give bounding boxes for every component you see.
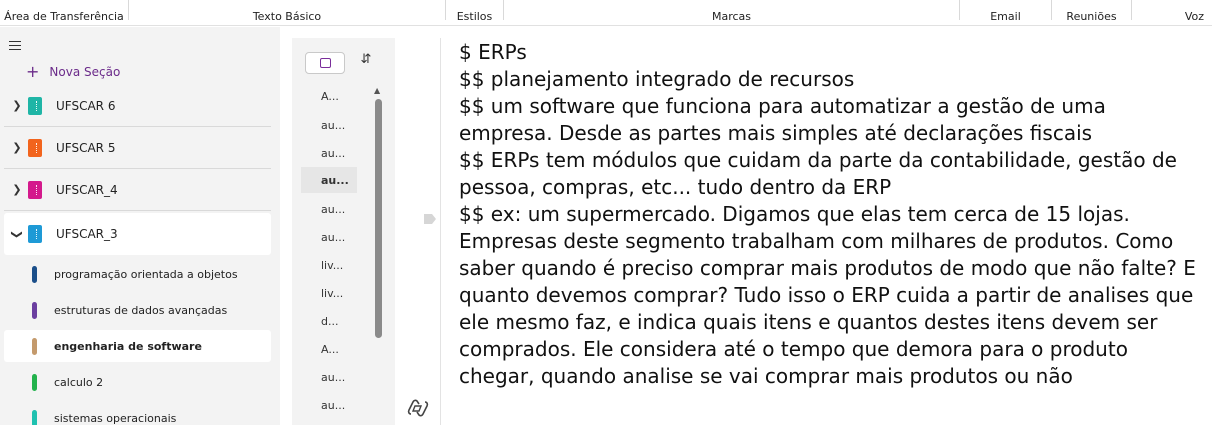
ribbon-group-labels: Área de Transferência Texto Básico Estil…: [0, 0, 1212, 26]
pane-divider: [440, 38, 441, 425]
note-line: ele mesmo faz, e indica quais itens e qu…: [459, 310, 1158, 334]
section-item[interactable]: programação orientada a objetos: [4, 258, 271, 290]
notebook-label: UFSCAR_4: [56, 182, 118, 197]
ribbon-group-meetings: Reuniões: [1066, 10, 1117, 23]
section-color-tab: [32, 265, 37, 283]
note-line: Empresas deste segmento trabalham com mi…: [459, 229, 1174, 253]
section-color-tab: [32, 337, 37, 355]
notebook-ufscar-6[interactable]: ❯ UFSCAR 6: [4, 85, 271, 127]
notebook-ufscar-3[interactable]: ❯ UFSCAR_3: [4, 213, 271, 255]
sort-icon[interactable]: ⇵: [357, 52, 375, 70]
notebook-icon: [28, 138, 42, 157]
ribbon-group-voice: Voz: [1184, 10, 1204, 23]
chevron-down-icon[interactable]: ❯: [11, 223, 24, 245]
scroll-up-arrow-icon[interactable]: ▲: [374, 86, 380, 95]
sections-pane: + Nova Seção ❯ UFSCAR 6 ❯ UFSCAR 5 ❯ UFS…: [0, 27, 280, 425]
page-item[interactable]: au...: [301, 224, 357, 250]
note-line: $$ ex: um supermercado. Digamos que elas…: [459, 202, 1130, 226]
notebook-label: UFSCAR 5: [56, 140, 116, 155]
chevron-right-icon[interactable]: ❯: [6, 183, 28, 196]
page-item[interactable]: au...: [301, 392, 357, 418]
notebook-icon: [28, 180, 42, 199]
add-page-button[interactable]: [305, 52, 345, 74]
section-color-tab: [32, 373, 37, 391]
section-label: programação orientada a objetos: [54, 267, 238, 281]
note-line: $ ERPs: [459, 40, 527, 64]
notebook-ufscar-4[interactable]: ❯ UFSCAR_4: [4, 169, 271, 211]
page-item-active[interactable]: au...: [301, 167, 357, 193]
section-label: estruturas de dados avançadas: [54, 303, 228, 317]
page-item[interactable]: au...: [301, 364, 357, 390]
ribbon-group-basic-text: Texto Básico: [252, 10, 322, 23]
new-section-button[interactable]: + Nova Seção: [26, 63, 120, 81]
section-label: calculo 2: [54, 375, 104, 389]
plus-icon: +: [26, 62, 40, 81]
note-line: comprados. Ele considera até o tempo que…: [459, 337, 1128, 361]
note-line: $$ um software que funciona para automat…: [459, 94, 1106, 118]
section-label: sistemas operacionais: [54, 411, 177, 425]
page-item[interactable]: liv...: [301, 252, 357, 278]
section-color-tab: [32, 409, 37, 425]
note-content[interactable]: $ ERPs $$ planejamento integrado de recu…: [459, 39, 1211, 390]
page-item[interactable]: A...: [301, 83, 357, 109]
new-page-icon: [319, 58, 331, 68]
note-line: quanto devemos comprar? Tudo isso o ERP …: [459, 283, 1194, 307]
section-item-active[interactable]: engenharia de software: [4, 330, 271, 362]
ribbon-group-email: Email: [990, 10, 1021, 23]
notebook-icon: [28, 96, 42, 115]
ribbon-group-tags: Marcas: [711, 10, 752, 23]
paragraph-handle-icon[interactable]: [423, 213, 437, 225]
section-item[interactable]: estruturas de dados avançadas: [4, 294, 271, 326]
chevron-right-icon[interactable]: ❯: [6, 141, 28, 154]
section-label: engenharia de software: [54, 339, 202, 353]
pages-pane: ⇵ A... au... au... au... au... au... liv…: [292, 38, 395, 425]
note-line: pessoa, compras, etc... tudo dentro da E…: [459, 175, 892, 199]
page-item[interactable]: liv...: [301, 280, 357, 306]
notebook-label: UFSCAR_3: [56, 227, 118, 241]
page-item[interactable]: au...: [301, 112, 357, 138]
note-line: $$ ERPs tem módulos que cuidam da parte …: [459, 148, 1177, 172]
page-item[interactable]: au...: [301, 140, 357, 166]
page-item[interactable]: A...: [301, 336, 357, 362]
chevron-right-icon[interactable]: ❯: [6, 99, 28, 112]
section-item[interactable]: calculo 2: [4, 366, 271, 398]
note-line: $$ planejamento integrado de recursos: [459, 67, 855, 91]
note-line: chegar, quando analise se vai comprar ma…: [459, 364, 1073, 388]
ribbon-group-clipboard: Área de Transferência: [4, 10, 124, 23]
page-item[interactable]: d...: [301, 308, 357, 334]
scrollbar-thumb[interactable]: [375, 99, 382, 338]
notebook-icon: [28, 225, 42, 243]
section-color-tab: [32, 301, 37, 319]
notebook-ufscar-5[interactable]: ❯ UFSCAR 5: [4, 127, 271, 169]
hamburger-menu-icon[interactable]: [9, 41, 21, 53]
notebook-label: UFSCAR 6: [56, 98, 116, 113]
copilot-icon[interactable]: [407, 398, 429, 418]
note-line: empresa. Desde as partes mais simples at…: [459, 121, 1093, 145]
section-item[interactable]: sistemas operacionais: [4, 402, 271, 425]
new-section-label: Nova Seção: [49, 65, 121, 79]
note-line: saber quando é preciso comprar mais prod…: [459, 256, 1196, 280]
ribbon-group-styles: Estilos: [456, 10, 493, 23]
page-item[interactable]: au...: [301, 196, 357, 222]
